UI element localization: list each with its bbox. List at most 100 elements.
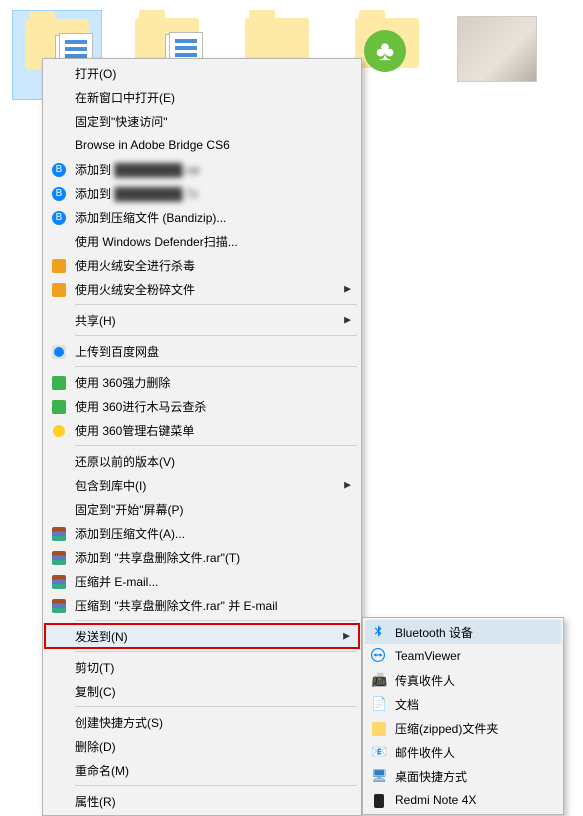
menu-separator <box>75 620 357 621</box>
menu-360-scan-label: 使用 360进行木马云查杀 <box>75 398 206 415</box>
green-badge-icon: ♣ <box>364 30 406 72</box>
360-shield-icon <box>51 398 67 414</box>
menu-360-delete-label: 使用 360强力删除 <box>75 374 170 391</box>
submenu-bluetooth[interactable]: Bluetooth 设备 <box>365 620 561 644</box>
chevron-right-icon: ▶ <box>343 631 350 642</box>
menu-pin-start[interactable]: 固定到"开始"屏幕(P) <box>45 497 359 521</box>
menu-pin-start-label: 固定到"开始"屏幕(P) <box>75 501 184 518</box>
menu-add-to-1-label: 添加到 ████████.rar <box>75 161 200 178</box>
menu-create-shortcut-label: 创建快捷方式(S) <box>75 714 163 731</box>
menu-browse-bridge-label: Browse in Adobe Bridge CS6 <box>75 138 230 152</box>
photo-thumbnail[interactable] <box>452 10 542 100</box>
menu-rar-add-a-label: 添加到压缩文件(A)... <box>75 525 185 542</box>
360-ball-icon <box>51 422 67 438</box>
submenu-documents[interactable]: 📄 文档 <box>365 692 561 716</box>
submenu-desktop-shortcut-label: 桌面快捷方式 <box>395 768 467 785</box>
submenu-zipped[interactable]: 压缩(zipped)文件夹 <box>365 716 561 740</box>
menu-cut[interactable]: 剪切(T) <box>45 655 359 679</box>
winrar-icon <box>51 597 67 613</box>
menu-send-to-label: 发送到(N) <box>75 628 128 645</box>
menu-rename[interactable]: 重命名(M) <box>45 758 359 782</box>
menu-create-shortcut[interactable]: 创建快捷方式(S) <box>45 710 359 734</box>
360-trash-icon <box>51 374 67 390</box>
menu-rar-add-t[interactable]: 添加到 "共享盘删除文件.rar"(T) <box>45 545 359 569</box>
zip-folder-icon <box>371 720 387 736</box>
menu-separator <box>75 651 357 652</box>
menu-rar-add-t-label: 添加到 "共享盘删除文件.rar"(T) <box>75 549 240 566</box>
winrar-icon <box>51 573 67 589</box>
bandizip-icon: B <box>51 209 67 225</box>
submenu-teamviewer[interactable]: TeamViewer <box>365 644 561 668</box>
menu-browse-bridge[interactable]: Browse in Adobe Bridge CS6 <box>45 133 359 157</box>
bandizip-icon: B <box>51 161 67 177</box>
menu-restore-previous[interactable]: 还原以前的版本(V) <box>45 449 359 473</box>
menu-defender-scan[interactable]: 使用 Windows Defender扫描... <box>45 229 359 253</box>
menu-copy[interactable]: 复制(C) <box>45 679 359 703</box>
menu-separator <box>75 304 357 305</box>
submenu-bluetooth-label: Bluetooth 设备 <box>395 624 473 641</box>
menu-rar-email-label: 压缩并 E-mail... <box>75 573 158 590</box>
menu-properties[interactable]: 属性(R) <box>45 789 359 813</box>
menu-rar-add-a[interactable]: 添加到压缩文件(A)... <box>45 521 359 545</box>
menu-delete-label: 删除(D) <box>75 738 116 755</box>
menu-add-to-2[interactable]: B 添加到 ████████.7z <box>45 181 359 205</box>
menu-360-context[interactable]: 使用 360管理右键菜单 <box>45 418 359 442</box>
menu-include-in-library-label: 包含到库中(I) <box>75 477 146 494</box>
bandizip-icon: B <box>51 185 67 201</box>
menu-upload-baidu[interactable]: 上传到百度网盘 <box>45 339 359 363</box>
submenu-redmi-label: Redmi Note 4X <box>395 793 476 807</box>
bluetooth-icon <box>371 624 387 640</box>
chevron-right-icon: ▶ <box>344 284 351 295</box>
menu-add-to-bandizip[interactable]: B 添加到压缩文件 (Bandizip)... <box>45 205 359 229</box>
submenu-zipped-label: 压缩(zipped)文件夹 <box>395 720 498 737</box>
menu-separator <box>75 785 357 786</box>
menu-open-new-window[interactable]: 在新窗口中打开(E) <box>45 85 359 109</box>
menu-separator <box>75 445 357 446</box>
winrar-icon <box>51 525 67 541</box>
menu-share[interactable]: 共享(H) ▶ <box>45 308 359 332</box>
huorong-icon <box>51 257 67 273</box>
menu-360-delete[interactable]: 使用 360强力删除 <box>45 370 359 394</box>
submenu-teamviewer-label: TeamViewer <box>395 649 461 663</box>
winrar-icon <box>51 549 67 565</box>
phone-icon <box>371 792 387 808</box>
menu-open-new-window-label: 在新窗口中打开(E) <box>75 89 175 106</box>
menu-huorong-shred-label: 使用火绒安全粉碎文件 <box>75 281 195 298</box>
menu-rar-email2[interactable]: 压缩到 "共享盘删除文件.rar" 并 E-mail <box>45 593 359 617</box>
menu-rename-label: 重命名(M) <box>75 762 129 779</box>
menu-include-in-library[interactable]: 包含到库中(I) ▶ <box>45 473 359 497</box>
submenu-mail[interactable]: 📧 邮件收件人 <box>365 740 561 764</box>
menu-pin-quick-access-label: 固定到"快速访问" <box>75 113 168 130</box>
menu-open[interactable]: 打开(O) <box>45 61 359 85</box>
context-menu-main: 打开(O) 在新窗口中打开(E) 固定到"快速访问" Browse in Ado… <box>42 58 362 816</box>
desktop-icon: 🖥 <box>371 768 387 784</box>
menu-huorong-shred[interactable]: 使用火绒安全粉碎文件 ▶ <box>45 277 359 301</box>
submenu-fax[interactable]: 📠 传真收件人 <box>365 668 561 692</box>
menu-add-to-bandizip-label: 添加到压缩文件 (Bandizip)... <box>75 209 226 226</box>
chevron-right-icon: ▶ <box>344 480 351 491</box>
menu-add-to-1[interactable]: B 添加到 ████████.rar <box>45 157 359 181</box>
menu-360-scan[interactable]: 使用 360进行木马云查杀 <box>45 394 359 418</box>
menu-separator <box>75 335 357 336</box>
submenu-fax-label: 传真收件人 <box>395 672 455 689</box>
submenu-documents-label: 文档 <box>395 696 419 713</box>
menu-separator <box>75 706 357 707</box>
document-icon: 📄 <box>371 696 387 712</box>
desktop-background: ♣ 打开(O) 在新窗口中打开(E) 固定到"快速访问" Browse in A… <box>0 0 583 800</box>
menu-upload-baidu-label: 上传到百度网盘 <box>75 343 159 360</box>
menu-copy-label: 复制(C) <box>75 683 116 700</box>
menu-share-label: 共享(H) <box>75 312 116 329</box>
menu-open-label: 打开(O) <box>75 65 116 82</box>
submenu-mail-label: 邮件收件人 <box>395 744 455 761</box>
menu-delete[interactable]: 删除(D) <box>45 734 359 758</box>
menu-send-to[interactable]: 发送到(N) ▶ <box>44 623 360 649</box>
submenu-desktop-shortcut[interactable]: 🖥 桌面快捷方式 <box>365 764 561 788</box>
menu-huorong-scan[interactable]: 使用火绒安全进行杀毒 <box>45 253 359 277</box>
menu-defender-scan-label: 使用 Windows Defender扫描... <box>75 233 238 250</box>
menu-rar-email[interactable]: 压缩并 E-mail... <box>45 569 359 593</box>
menu-restore-previous-label: 还原以前的版本(V) <box>75 453 175 470</box>
submenu-redmi[interactable]: Redmi Note 4X <box>365 788 561 812</box>
menu-properties-label: 属性(R) <box>75 793 116 810</box>
menu-separator <box>75 366 357 367</box>
menu-pin-quick-access[interactable]: 固定到"快速访问" <box>45 109 359 133</box>
